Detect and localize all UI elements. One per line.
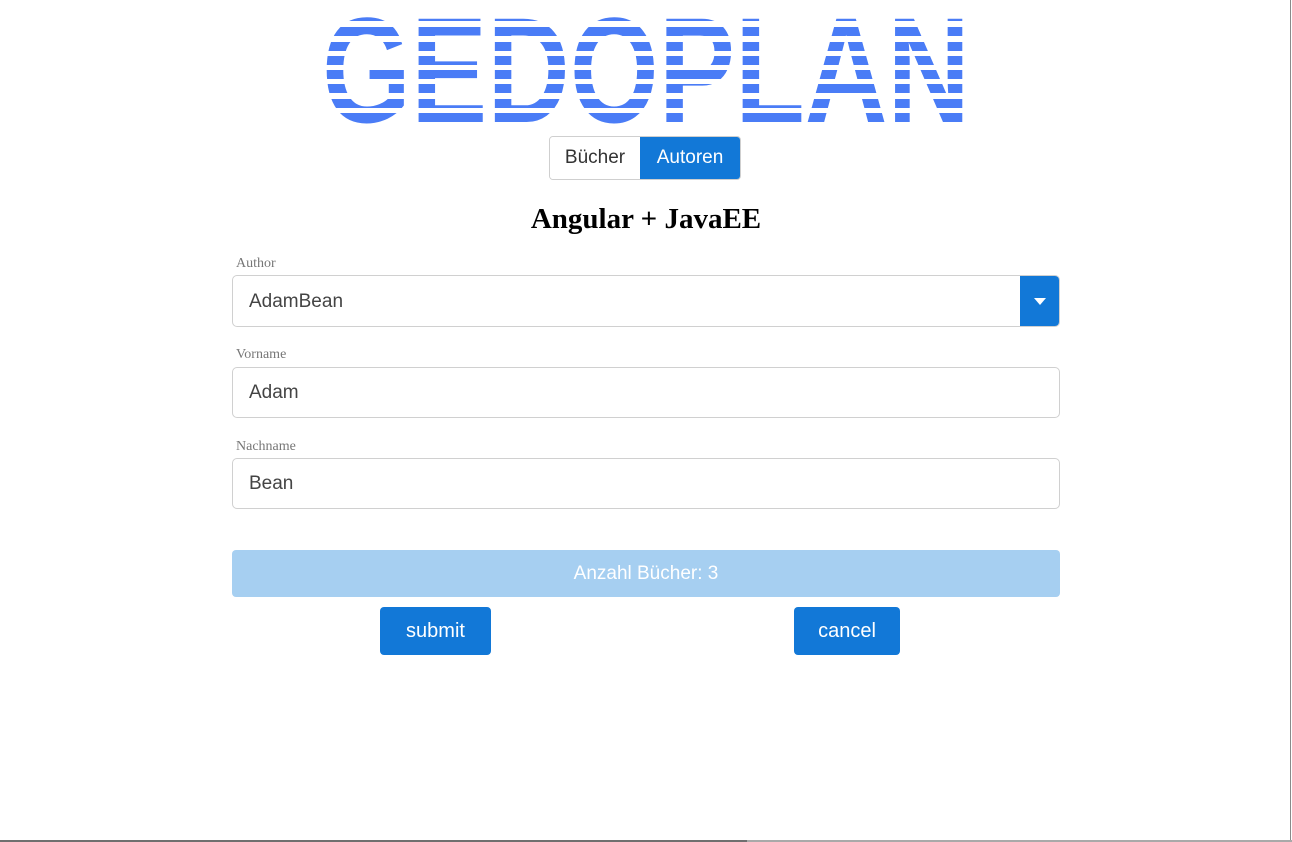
author-select-toggle[interactable] xyxy=(1020,276,1059,326)
section-toggle: Bücher Autoren xyxy=(549,136,741,180)
gedoplan-logo: GEDOPLAN xyxy=(320,8,972,128)
book-count-info: Anzahl Bücher: 3 xyxy=(232,550,1060,597)
nachname-label: Nachname xyxy=(236,439,296,454)
vorname-label: Vorname xyxy=(236,347,287,362)
author-select[interactable]: AdamBean xyxy=(232,275,1060,327)
logo-text: GEDOPLAN xyxy=(322,8,970,128)
author-select-value: AdamBean xyxy=(249,291,344,312)
tab-autoren[interactable]: Autoren xyxy=(640,137,740,179)
tab-buecher[interactable]: Bücher xyxy=(550,137,641,179)
caret-down-icon xyxy=(1034,297,1046,305)
cancel-button[interactable]: cancel xyxy=(794,607,900,655)
nachname-input[interactable] xyxy=(232,458,1060,509)
author-label: Author xyxy=(236,256,276,271)
vorname-input[interactable] xyxy=(232,367,1060,418)
page-title: Angular + JavaEE xyxy=(530,203,762,235)
window-border-right xyxy=(1290,0,1291,842)
submit-button[interactable]: submit xyxy=(380,607,491,655)
